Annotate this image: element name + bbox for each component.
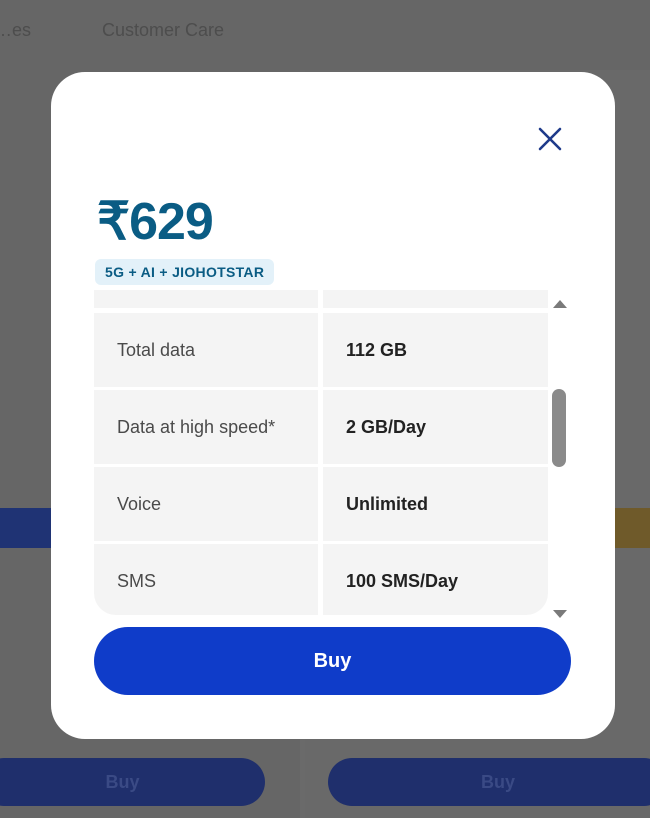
close-icon bbox=[538, 127, 562, 151]
buy-button[interactable]: Buy bbox=[94, 627, 571, 695]
plan-details-table: Total data 112 GB Data at high speed* 2 … bbox=[94, 290, 548, 615]
triangle-up-icon[interactable] bbox=[553, 300, 567, 308]
table-cell-value: 2 GB/Day bbox=[323, 390, 548, 464]
table-cell-label bbox=[94, 290, 318, 308]
background-accent bbox=[612, 508, 650, 548]
table-cell-label: Voice bbox=[94, 467, 318, 541]
table-cell-value bbox=[323, 290, 548, 308]
table-cell-value: 100 SMS/Day bbox=[323, 544, 548, 615]
background-header: …es Customer Care bbox=[0, 0, 650, 70]
plan-details-modal: ₹629 5G + AI + JIOHOTSTAR Total data 112… bbox=[51, 72, 615, 739]
table-scrollbar[interactable] bbox=[550, 290, 572, 620]
table-row: Voice Unlimited bbox=[94, 467, 548, 541]
table-cell-label: Total data bbox=[94, 313, 318, 387]
table-row bbox=[94, 290, 548, 308]
plan-badge: 5G + AI + JIOHOTSTAR bbox=[95, 259, 275, 285]
triangle-down-icon[interactable] bbox=[553, 610, 567, 618]
table-cell-label: Data at high speed* bbox=[94, 390, 318, 464]
table-cell-label: SMS bbox=[94, 544, 318, 615]
table-row: Total data 112 GB bbox=[94, 313, 548, 387]
table-row: SMS 100 SMS/Day bbox=[94, 544, 548, 615]
table-cell-value: Unlimited bbox=[323, 467, 548, 541]
table-cell-value: 112 GB bbox=[323, 313, 548, 387]
background-buy-button: Buy bbox=[0, 758, 265, 806]
scrollbar-thumb[interactable] bbox=[552, 389, 566, 467]
background-buy-button: Buy bbox=[328, 758, 650, 806]
close-button[interactable] bbox=[535, 124, 565, 154]
table-row: Data at high speed* 2 GB/Day bbox=[94, 390, 548, 464]
background-nav-item: Customer Care bbox=[102, 20, 225, 40]
background-nav-item: …es bbox=[0, 20, 32, 40]
plan-price: ₹629 bbox=[97, 193, 214, 251]
